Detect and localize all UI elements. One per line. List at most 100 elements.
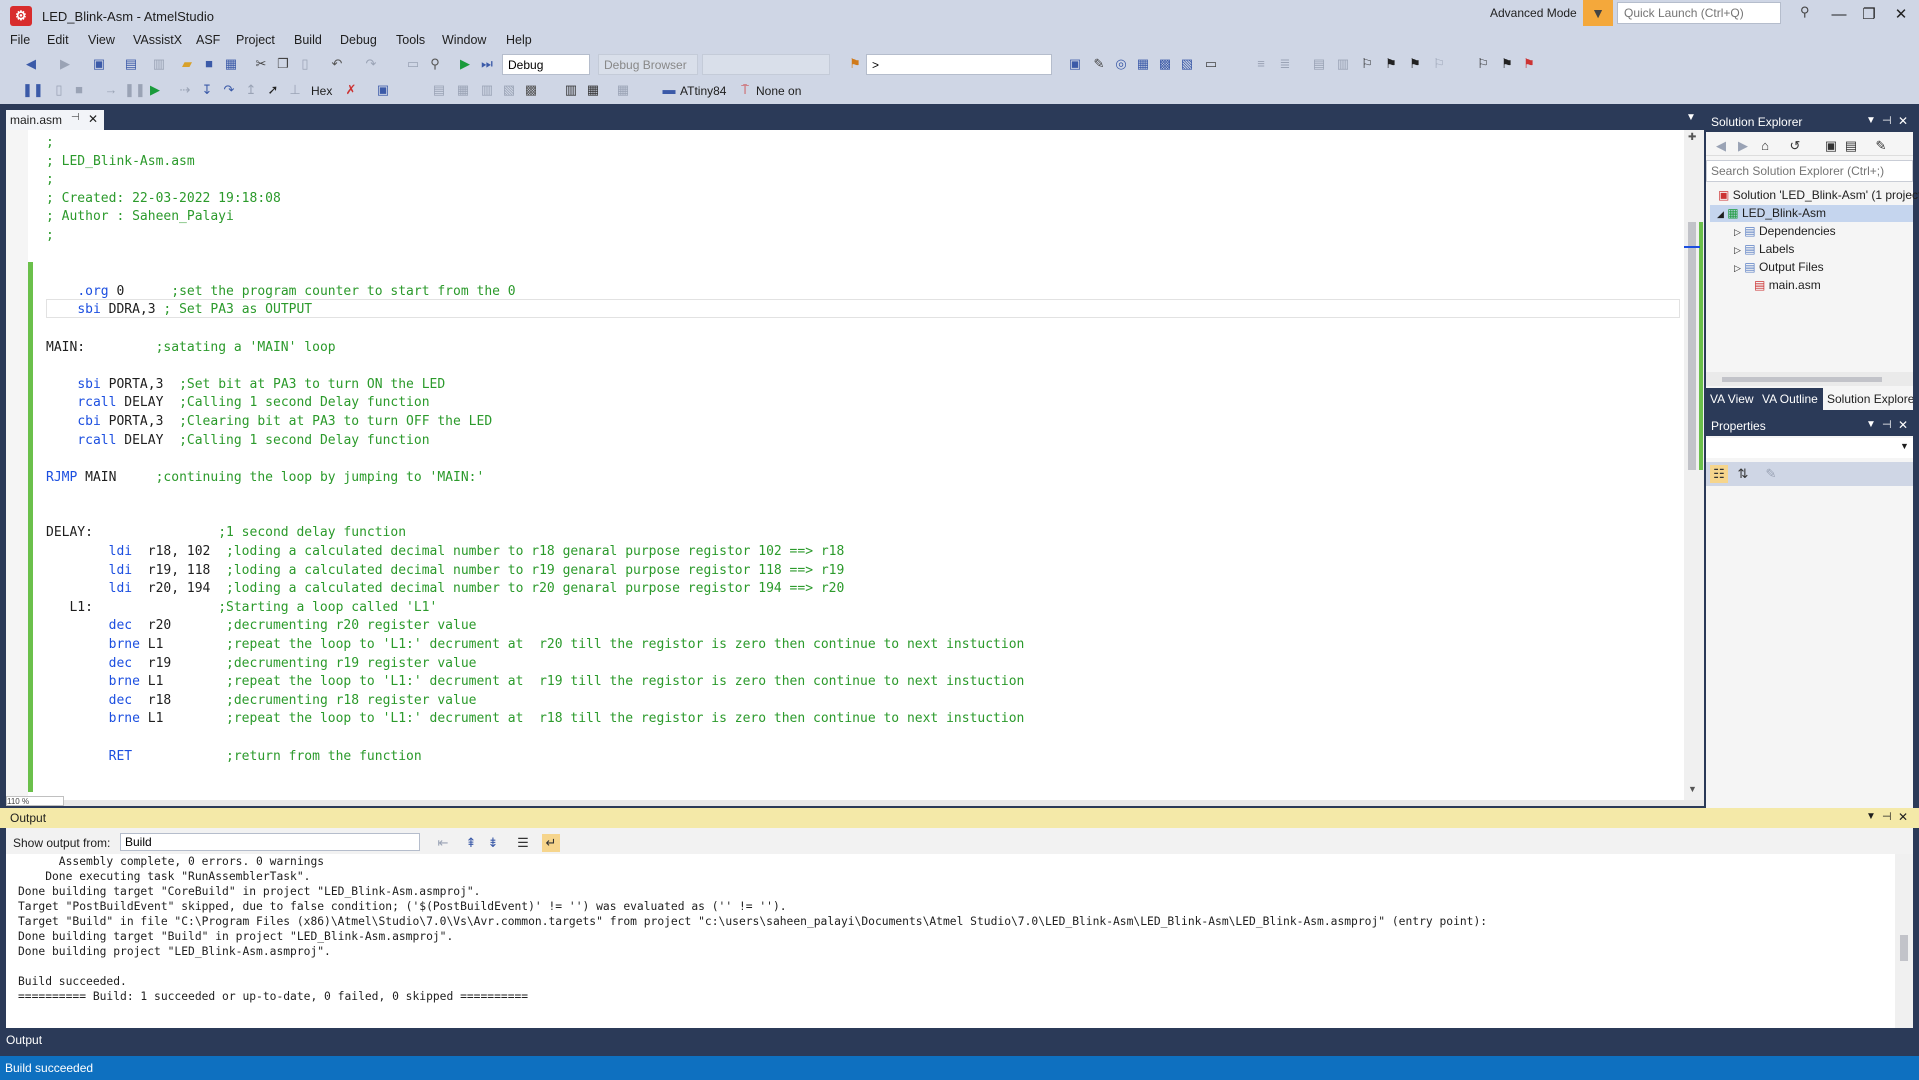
close-button[interactable]: ✕: [1886, 4, 1916, 26]
menu-build[interactable]: Build: [294, 33, 322, 47]
close-icon[interactable]: ✕: [1898, 810, 1908, 824]
search-icon[interactable]: ⚲: [1800, 4, 1810, 20]
io-view-icon[interactable]: ▧: [500, 81, 518, 99]
categorized-icon[interactable]: ☷: [1710, 465, 1728, 483]
extension-icon[interactable]: ▩: [1156, 55, 1174, 73]
forward-icon[interactable]: ▶: [1734, 137, 1752, 155]
memory-icon[interactable]: ▦: [454, 81, 472, 99]
tool-name[interactable]: None on: [756, 84, 801, 98]
editor-horizontal-scrollbar[interactable]: [6, 800, 1704, 806]
prev-bookmark-icon[interactable]: ⚑: [1382, 55, 1400, 73]
outdent-icon[interactable]: ≣: [1276, 55, 1294, 73]
close-tab-icon[interactable]: ✕: [88, 112, 98, 126]
processor-icon[interactable]: ▩: [522, 81, 540, 99]
windows-icon[interactable]: ▣: [374, 81, 392, 99]
show-all-files-icon[interactable]: ▤: [1842, 137, 1860, 155]
output-scroll-thumb[interactable]: [1900, 935, 1908, 961]
close-icon[interactable]: ✕: [1898, 418, 1908, 432]
new-project-icon[interactable]: ▣: [90, 55, 108, 73]
code-line[interactable]: dec r18 ;decrumenting r18 register value: [46, 692, 1024, 711]
back-icon[interactable]: ◀: [22, 55, 40, 73]
code-line[interactable]: rcall DELAY ;Calling 1 second Delay func…: [46, 394, 1024, 413]
bookmark-icon[interactable]: ⚐: [1358, 55, 1376, 73]
chip-icon[interactable]: ▦: [1134, 55, 1152, 73]
uncomment-icon[interactable]: ▥: [1334, 55, 1352, 73]
chevron-down-icon[interactable]: ▼: [1900, 441, 1909, 451]
device-alt-icon[interactable]: ▦: [584, 81, 602, 99]
redo-icon[interactable]: ↷: [362, 55, 380, 73]
menu-project[interactable]: Project: [236, 33, 275, 47]
grid-icon[interactable]: ▦: [614, 81, 632, 99]
save-all-icon[interactable]: ▦: [222, 55, 240, 73]
step-over-icon[interactable]: ↷: [220, 81, 238, 99]
disable-breakpoints-icon[interactable]: ✗: [342, 81, 360, 99]
show-next-statement-icon[interactable]: ⇢: [176, 81, 194, 99]
code-line[interactable]: DELAY: ;1 second delay function: [46, 524, 1024, 543]
word-wrap-icon[interactable]: ↵: [542, 834, 560, 852]
watch-icon[interactable]: ▤: [430, 81, 448, 99]
menu-asf[interactable]: ASF: [196, 33, 220, 47]
start-debugging-icon[interactable]: ▶: [456, 55, 474, 73]
forward-icon[interactable]: ▶: [56, 55, 74, 73]
code-line[interactable]: [46, 729, 1024, 748]
code-line[interactable]: MAIN: ;satating a 'MAIN' loop: [46, 339, 1024, 358]
debug-browser-select[interactable]: [598, 54, 698, 75]
output-source-select[interactable]: [120, 833, 420, 851]
add-item-icon[interactable]: ▤: [122, 55, 140, 73]
code-line[interactable]: ;: [46, 227, 1024, 246]
pin-icon[interactable]: ⊣: [1882, 114, 1892, 127]
tab-va-outline[interactable]: VA Outline: [1762, 392, 1818, 406]
editor-scroll-thumb[interactable]: [1688, 222, 1696, 470]
run-to-cursor-icon[interactable]: ➚: [264, 81, 282, 99]
pin-icon[interactable]: ⊣: [1882, 418, 1892, 431]
solution-scroll-thumb[interactable]: [1722, 377, 1882, 382]
code-line[interactable]: ;: [46, 171, 1024, 190]
comment-icon[interactable]: ▤: [1310, 55, 1328, 73]
filter-icon[interactable]: ▼: [1583, 0, 1613, 26]
code-line[interactable]: RET ;return from the function: [46, 748, 1024, 767]
find-in-files-icon[interactable]: ⚑: [846, 55, 864, 73]
hex-toggle[interactable]: Hex: [311, 84, 332, 98]
clear-all-icon[interactable]: ☰: [514, 834, 532, 852]
step-out-icon[interactable]: ↥: [242, 81, 260, 99]
tree-labels[interactable]: ▷ ▤ Labels: [1734, 242, 1794, 256]
menu-window[interactable]: Window: [442, 33, 486, 47]
open-folder-icon[interactable]: ▰: [178, 55, 196, 73]
collapse-all-icon[interactable]: ▣: [1822, 137, 1840, 155]
panel-menu-icon[interactable]: ▼: [1866, 811, 1876, 822]
code-line[interactable]: brne L1 ;repeat the loop to 'L1:' decrum…: [46, 636, 1025, 655]
break-all-icon[interactable]: ❚❚: [22, 81, 44, 99]
code-line[interactable]: [46, 487, 1024, 506]
property-pages-icon[interactable]: ✎: [1762, 465, 1780, 483]
chip-device-icon[interactable]: ▬: [660, 81, 678, 99]
clear-bookmarks-icon[interactable]: ⚑: [1498, 55, 1516, 73]
pause-icon[interactable]: ❚❚: [124, 81, 146, 99]
configuration-select[interactable]: [502, 54, 590, 75]
step-into-icon[interactable]: ↧: [198, 81, 216, 99]
tools-icon[interactable]: ✎: [1090, 55, 1108, 73]
code-line[interactable]: ; LED_Blink-Asm.asm: [46, 153, 1024, 172]
tree-output-files[interactable]: ▷ ▤ Output Files: [1734, 260, 1824, 274]
save-icon[interactable]: ■: [200, 55, 218, 73]
stop-icon[interactable]: ■: [70, 81, 88, 99]
device-icon[interactable]: ▥: [562, 81, 580, 99]
cut-icon[interactable]: ✂: [252, 55, 270, 73]
properties-icon[interactable]: ✎: [1872, 137, 1890, 155]
tree-dependencies[interactable]: ▷ ▤ Dependencies: [1734, 224, 1836, 238]
menu-edit[interactable]: Edit: [47, 33, 69, 47]
add-existing-icon[interactable]: ▥: [150, 55, 168, 73]
code-line[interactable]: ldi r20, 194 ;loding a calculated decima…: [46, 580, 1024, 599]
code-line[interactable]: sbi DDRA,3 ; Set PA3 as OUTPUT: [46, 301, 1024, 320]
close-icon[interactable]: ✕: [1898, 114, 1908, 128]
code-line[interactable]: brne L1 ;repeat the loop to 'L1:' decrum…: [46, 673, 1025, 692]
split-icon[interactable]: ✚: [1688, 132, 1696, 143]
code-line[interactable]: ; Author : Saheen_Palayi: [46, 208, 1024, 227]
code-line[interactable]: .org 0 ;set the program counter to start…: [46, 283, 1024, 302]
code-line[interactable]: L1: ;Starting a loop called 'L1': [46, 599, 1024, 618]
disassembly-icon[interactable]: ▯: [50, 81, 68, 99]
bookmark-folder-icon[interactable]: ⚐: [1430, 55, 1448, 73]
device-programming-icon[interactable]: ◎: [1112, 55, 1130, 73]
next-message-icon[interactable]: ⇟: [484, 834, 502, 852]
platform-select[interactable]: [702, 54, 830, 75]
restore-button[interactable]: ❐: [1854, 4, 1884, 26]
